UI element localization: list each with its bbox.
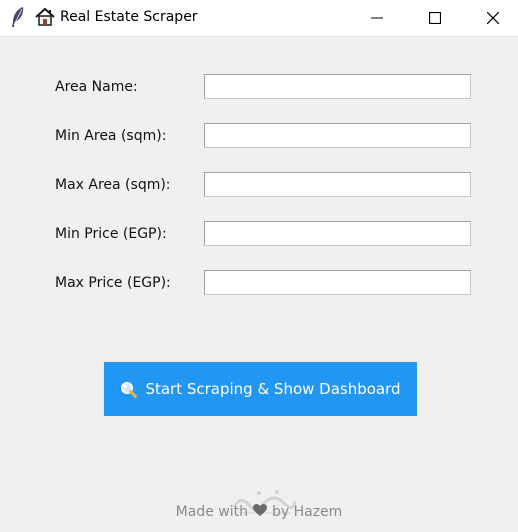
feather-icon	[9, 6, 27, 28]
footer-prefix: Made with	[175, 504, 248, 520]
title-bar[interactable]: Real Estate Scraper	[0, 0, 518, 37]
minimize-icon	[371, 17, 383, 19]
start-scraping-button[interactable]: Start Scraping & Show Dashboard	[104, 362, 417, 416]
max-area-label: Max Area (sqm):	[55, 177, 171, 193]
max-price-label: Max Price (EGP):	[55, 275, 171, 291]
close-button[interactable]	[464, 0, 518, 36]
close-icon	[487, 12, 499, 24]
min-price-label: Min Price (EGP):	[55, 226, 167, 242]
min-price-input[interactable]	[204, 221, 471, 246]
max-price-input[interactable]	[204, 270, 471, 295]
min-area-input[interactable]	[204, 123, 471, 148]
magnifier-icon	[120, 381, 138, 398]
min-area-label: Min Area (sqm):	[55, 128, 167, 144]
footer-suffix: by Hazem	[271, 504, 343, 520]
app-window: Real Estate Scraper Area Name: Min Area …	[0, 0, 518, 532]
heart-icon	[252, 503, 268, 517]
footer-credit: Made with by Hazem	[0, 503, 518, 520]
maximize-button[interactable]	[406, 0, 464, 36]
house-icon	[35, 7, 55, 26]
minimize-button[interactable]	[348, 0, 406, 36]
max-area-input[interactable]	[204, 172, 471, 197]
maximize-icon	[429, 12, 441, 24]
area-name-input[interactable]	[204, 74, 471, 99]
window-title: Real Estate Scraper	[60, 9, 198, 25]
area-name-label: Area Name:	[55, 79, 138, 95]
start-scraping-label: Start Scraping & Show Dashboard	[145, 380, 401, 398]
